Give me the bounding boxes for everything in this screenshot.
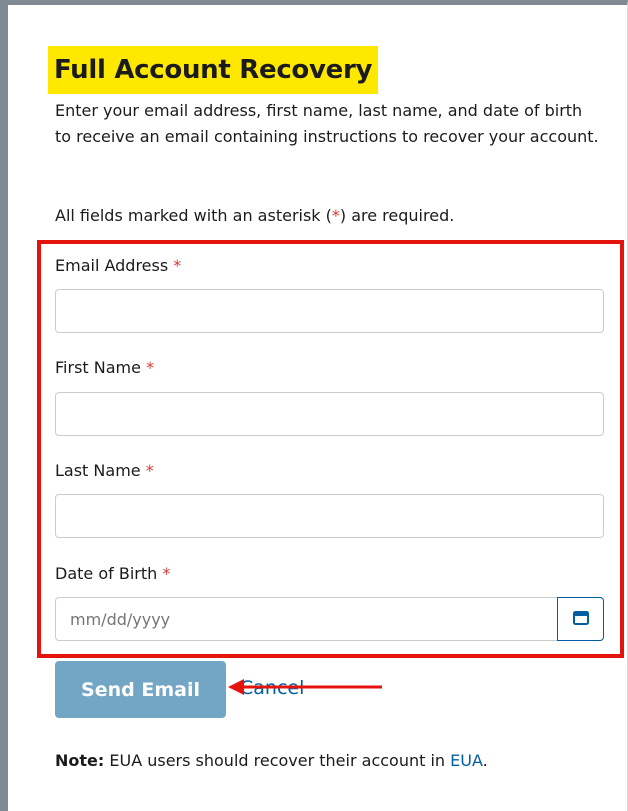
dob-label-text: Date of Birth — [55, 564, 158, 583]
dob-label: Date of Birth * — [55, 563, 170, 585]
last-name-label-text: Last Name — [55, 461, 141, 480]
note-suffix: . — [482, 751, 488, 770]
email-label: Email Address * — [55, 255, 181, 277]
date-picker-button[interactable] — [557, 597, 604, 641]
email-label-text: Email Address — [55, 256, 169, 275]
last-name-label: Last Name * — [55, 460, 154, 482]
required-note-prefix: All fields marked with an asterisk ( — [55, 206, 332, 225]
first-name-label-text: First Name — [55, 358, 141, 377]
first-name-required-mark: * — [146, 358, 155, 377]
date-of-birth-field[interactable] — [55, 597, 557, 641]
note-prefix: Note: — [55, 751, 105, 770]
required-fields-note: All fields marked with an asterisk (*) a… — [55, 203, 600, 229]
title-highlight: Full Account Recovery — [48, 46, 379, 94]
required-note-star: * — [331, 206, 340, 225]
first-name-field[interactable] — [55, 392, 604, 436]
intro-text: Enter your email address, first name, la… — [55, 101, 599, 146]
send-email-button[interactable]: Send Email — [55, 661, 226, 718]
annotation-arrow-icon — [228, 679, 382, 695]
eua-note: Note: EUA users should recover their acc… — [55, 749, 488, 773]
required-note-suffix: ) are required. — [339, 206, 455, 225]
email-field[interactable] — [55, 289, 604, 333]
first-name-label: First Name * — [55, 357, 154, 379]
last-name-field[interactable] — [55, 494, 604, 538]
email-required-mark: * — [173, 256, 182, 275]
last-name-required-mark: * — [145, 461, 154, 480]
note-text: EUA users should recover their account i… — [104, 751, 451, 770]
calendar-icon — [572, 610, 589, 628]
page-title: Full Account Recovery — [54, 55, 373, 85]
dob-required-mark: * — [162, 564, 171, 583]
eua-link[interactable]: EUA — [450, 751, 482, 770]
